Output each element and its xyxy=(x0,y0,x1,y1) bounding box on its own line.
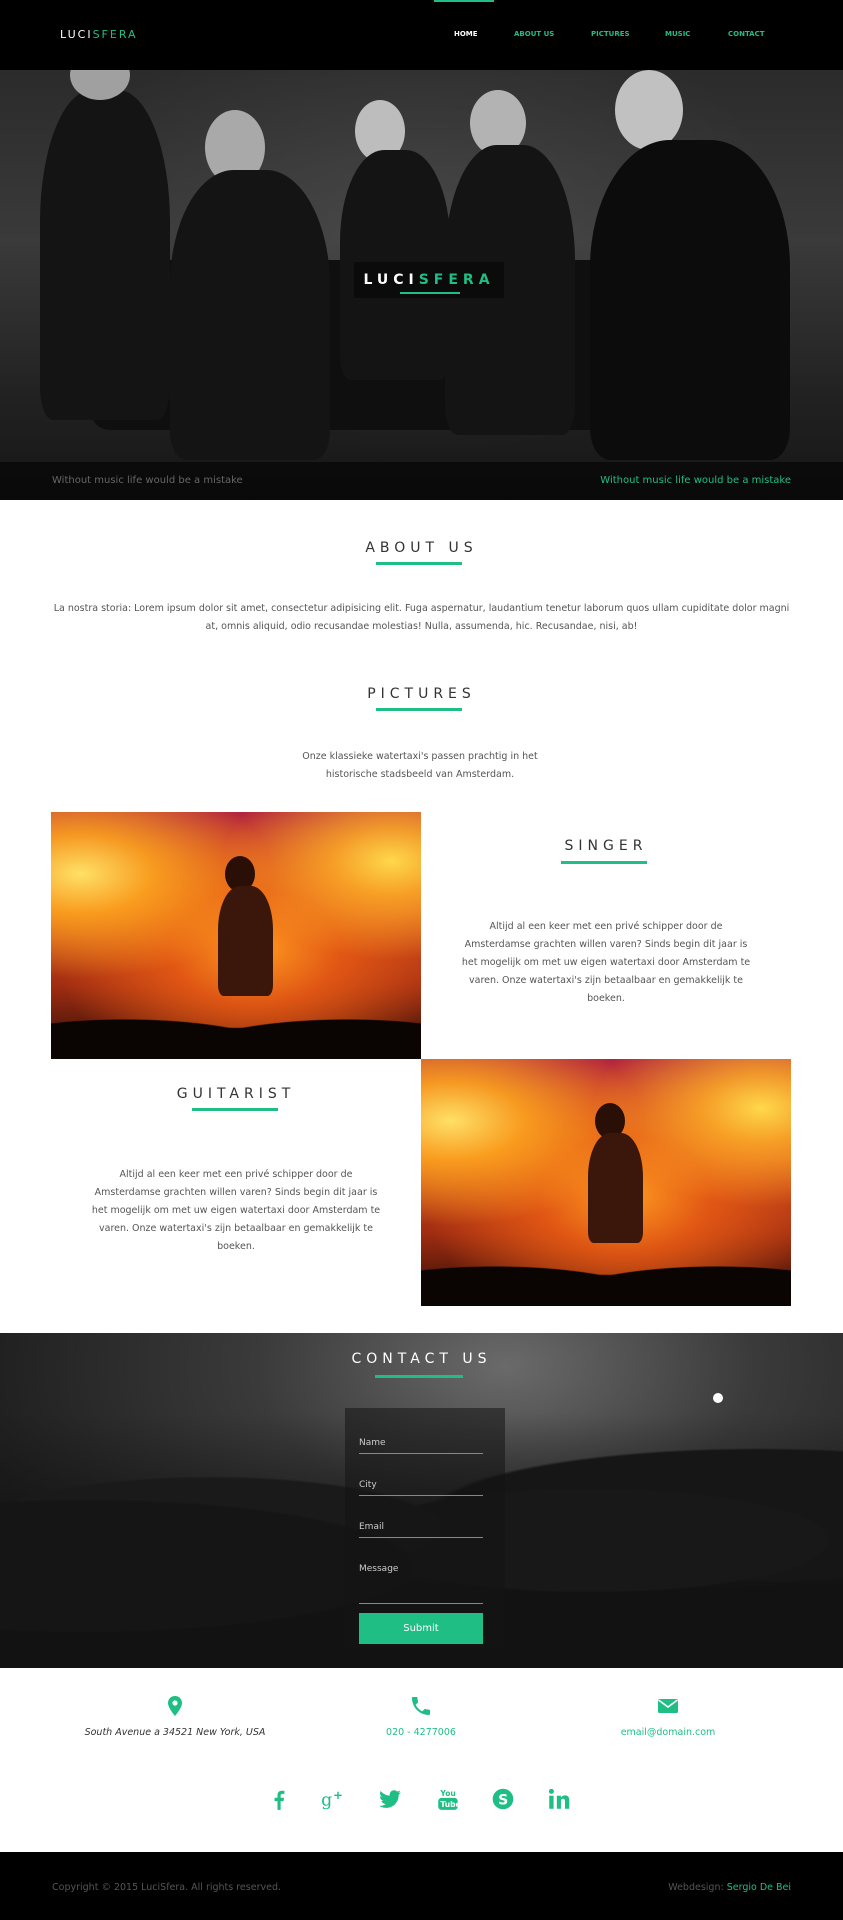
pictures-text: Onze klassieke watertaxi's passen pracht… xyxy=(302,751,538,780)
copyright-text: Copyright © 2015 LuciSfera. All rights r… xyxy=(52,1882,281,1893)
svg-text:You: You xyxy=(439,1789,455,1798)
guitarist-photo xyxy=(421,1059,791,1306)
band-member xyxy=(590,140,790,460)
singer-photo xyxy=(51,812,421,1059)
email-text[interactable]: email@domain.com xyxy=(568,1727,768,1738)
contact-form: Name City Email Message Submit xyxy=(345,1408,505,1648)
top-navbar: LUCISFERA HOME ABOUT US PICTURES MUSIC C… xyxy=(0,0,843,70)
stage-light xyxy=(713,1393,723,1403)
about-underline xyxy=(376,562,462,565)
contact-underline xyxy=(375,1375,463,1378)
nav-pictures[interactable]: PICTURES xyxy=(591,30,630,38)
webdesign-credit: Webdesign: Sergio De Bei xyxy=(668,1882,791,1893)
hero-caption-left: Without music life would be a mistake xyxy=(52,475,243,486)
submit-button[interactable]: Submit xyxy=(359,1613,483,1644)
svg-text:+: + xyxy=(333,1788,343,1802)
nav-music[interactable]: MUSIC xyxy=(665,30,690,38)
name-field[interactable]: Name xyxy=(359,1438,483,1454)
about-title: ABOUT US xyxy=(365,540,478,556)
nav-contact[interactable]: CONTACT xyxy=(728,30,765,38)
city-field[interactable]: City xyxy=(359,1480,483,1496)
envelope-icon xyxy=(658,1699,678,1713)
logo[interactable]: LUCISFERA xyxy=(60,28,138,41)
hero-title-underline xyxy=(400,292,460,294)
guitarist-title: GUITARIST xyxy=(176,1086,296,1102)
phone-text[interactable]: 020 - 4277006 xyxy=(321,1727,521,1738)
google-plus-icon[interactable]: g + xyxy=(320,1786,346,1812)
pictures-underline xyxy=(376,708,462,711)
band-member-head xyxy=(615,70,683,150)
singer-underline xyxy=(561,861,647,864)
svg-text:g: g xyxy=(321,1791,332,1811)
youtube-icon[interactable]: You Tube xyxy=(435,1786,461,1812)
phone-icon xyxy=(412,1697,430,1715)
message-field[interactable]: Message xyxy=(359,1564,483,1604)
svg-text:S: S xyxy=(498,1792,508,1808)
contact-title: CONTACT US xyxy=(351,1351,492,1367)
footer: Copyright © 2015 LuciSfera. All rights r… xyxy=(0,1852,843,1920)
email-field[interactable]: Email xyxy=(359,1522,483,1538)
designer-link[interactable]: Sergio De Bei xyxy=(727,1882,791,1893)
linkedin-icon[interactable] xyxy=(546,1786,572,1812)
location-pin-icon xyxy=(168,1696,182,1716)
band-member xyxy=(170,170,330,460)
nav-home[interactable]: HOME xyxy=(454,30,478,38)
skype-icon[interactable]: S xyxy=(490,1786,516,1812)
hero-caption-right: Without music life would be a mistake xyxy=(600,475,791,486)
facebook-icon[interactable] xyxy=(266,1786,292,1812)
hero-banner: LUCISFERA Without music life would be a … xyxy=(0,70,843,500)
twitter-icon[interactable] xyxy=(377,1786,403,1812)
band-member xyxy=(40,90,170,420)
active-indicator xyxy=(434,0,494,2)
address-text: South Avenue a 34521 New York, USA xyxy=(84,1727,266,1738)
pictures-title: PICTURES xyxy=(367,686,476,702)
singer-title: SINGER xyxy=(564,838,648,854)
contact-section: CONTACT US Name City Email Message Submi… xyxy=(0,1333,843,1668)
guitarist-text: Altijd al een keer met een privé schippe… xyxy=(91,1169,381,1252)
singer-text: Altijd al een keer met een privé schippe… xyxy=(461,921,751,1004)
svg-text:Tube: Tube xyxy=(440,1800,460,1809)
about-text: La nostra storia: Lorem ipsum dolor sit … xyxy=(53,603,790,632)
nav-about-us[interactable]: ABOUT US xyxy=(514,30,554,38)
guitarist-underline xyxy=(192,1108,278,1111)
